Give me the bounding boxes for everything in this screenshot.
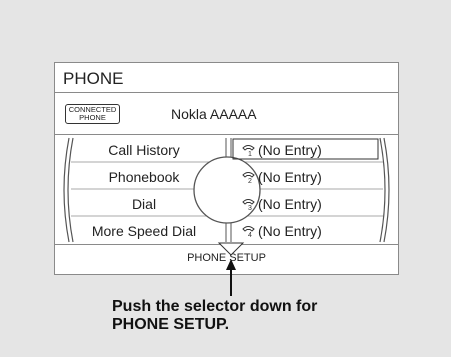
speed-dial-label: (No Entry) bbox=[258, 223, 322, 239]
svg-text:2: 2 bbox=[248, 178, 252, 185]
phone-3-icon: 3 bbox=[242, 199, 255, 212]
instruction-callout: Push the selector down for PHONE SETUP. bbox=[112, 298, 432, 334]
speed-dial-label: (No Entry) bbox=[258, 142, 322, 158]
menu-area: Call History Phonebook Dial More Speed D… bbox=[55, 135, 398, 245]
svg-text:1: 1 bbox=[248, 151, 252, 158]
phone-4-icon: 4 bbox=[242, 226, 255, 239]
svg-text:3: 3 bbox=[248, 205, 252, 212]
speed-dial-2[interactable]: 2 (No Entry) bbox=[237, 167, 387, 187]
callout-line-1: Push the selector down for bbox=[112, 298, 318, 315]
phone-2-icon: 2 bbox=[242, 172, 255, 185]
screen-title: PHONE bbox=[63, 69, 124, 88]
speed-dial-label: (No Entry) bbox=[258, 169, 322, 185]
title-bar: PHONE bbox=[55, 63, 398, 93]
speed-dial-3[interactable]: 3 (No Entry) bbox=[237, 194, 387, 214]
connected-phone-badge: CONNECTED PHONE bbox=[65, 104, 120, 124]
svg-text:4: 4 bbox=[248, 232, 252, 239]
menu-item-phonebook[interactable]: Phonebook bbox=[69, 167, 219, 187]
menu-item-dial[interactable]: Dial bbox=[69, 194, 219, 214]
callout-line-2: PHONE SETUP. bbox=[112, 316, 230, 333]
phone-setup-label: PHONE SETUP bbox=[187, 252, 266, 264]
speed-dial-4[interactable]: 4 (No Entry) bbox=[237, 221, 387, 241]
menu-item-call-history[interactable]: Call History bbox=[69, 140, 219, 160]
connection-bar: CONNECTED PHONE Nokla AAAAA bbox=[55, 93, 398, 135]
phone-screen-panel: PHONE CONNECTED PHONE Nokla AAAAA Call H… bbox=[54, 62, 399, 275]
phone-setup-footer[interactable]: PHONE SETUP bbox=[55, 245, 398, 274]
speed-dial-1[interactable]: 1 (No Entry) bbox=[237, 140, 387, 160]
badge-line-2: PHONE bbox=[79, 113, 106, 122]
menu-item-more-speed-dial[interactable]: More Speed Dial bbox=[69, 221, 219, 241]
phone-1-icon: 1 bbox=[242, 145, 255, 158]
device-name: Nokla AAAAA bbox=[171, 106, 257, 122]
speed-dial-label: (No Entry) bbox=[258, 196, 322, 212]
